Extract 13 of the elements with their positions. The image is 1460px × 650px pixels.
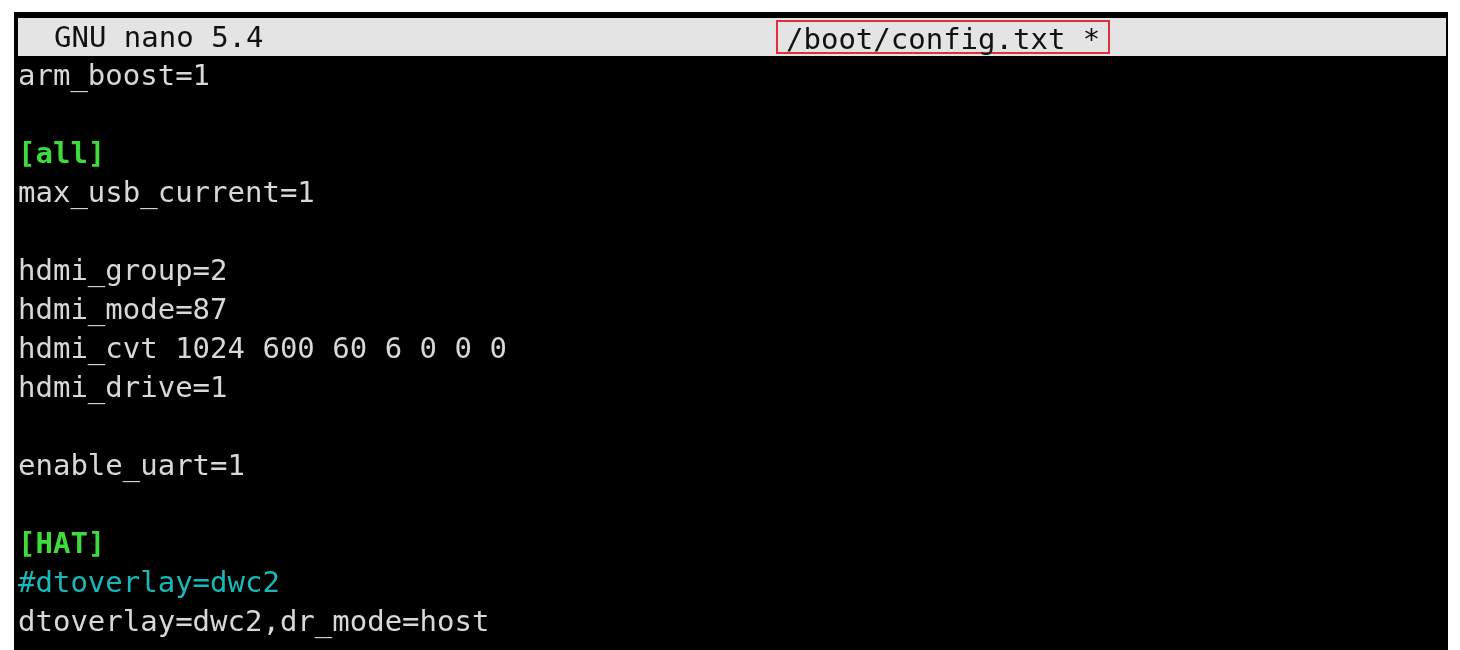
config-line: hdmi_mode=87 — [18, 291, 228, 328]
config-line: hdmi_drive=1 — [18, 369, 228, 406]
config-line: hdmi_cvt 1024 600 60 6 0 0 0 — [18, 330, 507, 367]
file-name: /boot/config.txt * — [776, 20, 1111, 54]
config-line: enable_uart=1 — [18, 447, 245, 484]
config-line: arm_boost=1 — [18, 57, 211, 94]
comment-line: #dtoverlay=dwc2 — [18, 564, 280, 601]
section-header: [all] — [18, 135, 106, 172]
section-header: [HAT] — [18, 525, 106, 562]
config-line: max_usb_current=1 — [18, 174, 315, 211]
config-line: dtoverlay=dwc2,dr_mode=host — [18, 603, 490, 640]
editor-version: GNU nano 5.4 — [54, 20, 265, 54]
config-line: hdmi_group=2 — [18, 252, 228, 289]
